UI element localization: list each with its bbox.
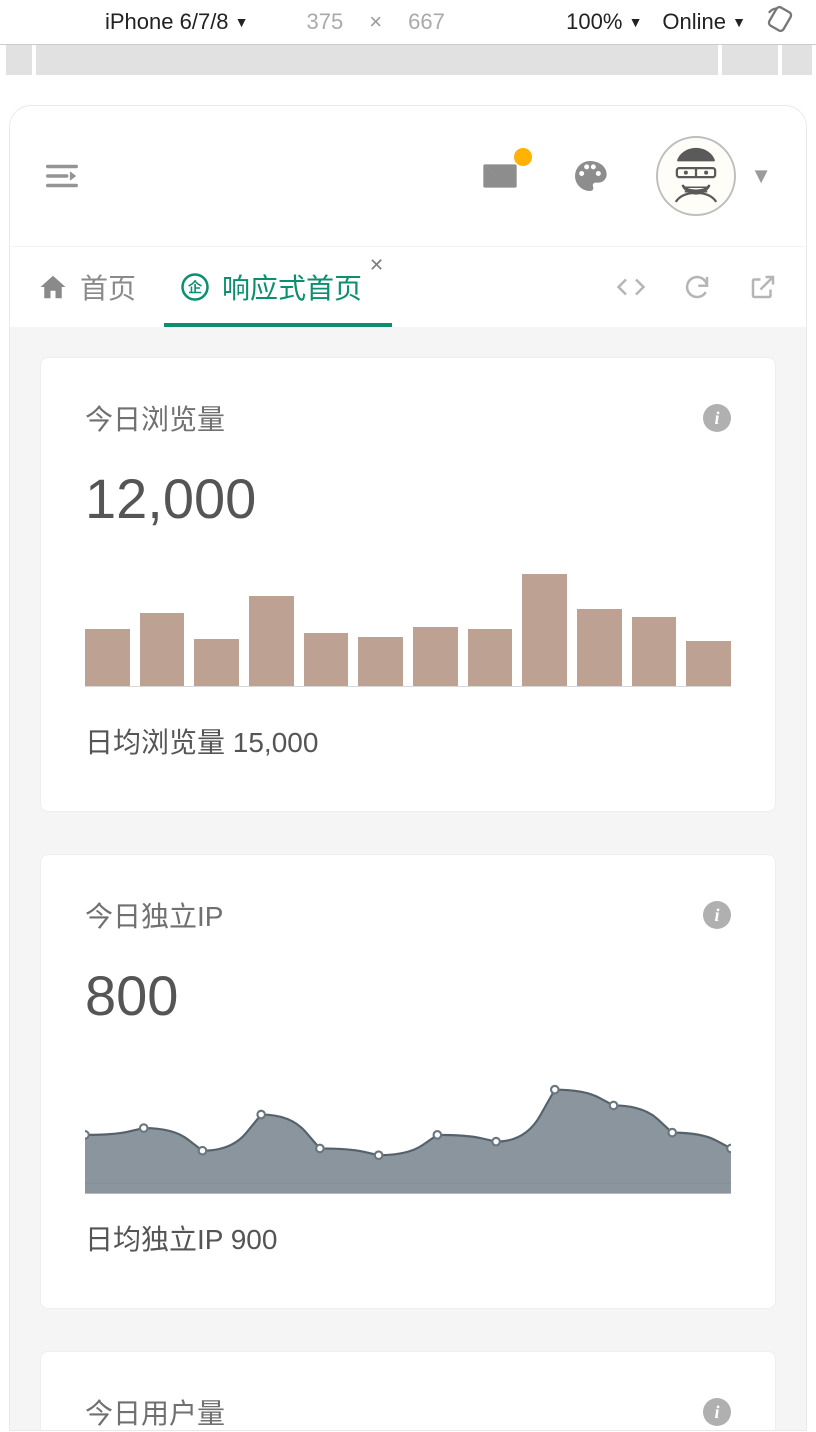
- device-width[interactable]: 375: [307, 9, 344, 35]
- data-point: [668, 1129, 676, 1137]
- data-point: [257, 1111, 265, 1119]
- data-point: [375, 1151, 383, 1159]
- device-height[interactable]: 667: [408, 9, 445, 35]
- rotate-icon[interactable]: [766, 5, 794, 39]
- mail-button[interactable]: [476, 152, 524, 200]
- card-unique-ip: 今日独立IP i 800 日均独立IP 900: [40, 854, 776, 1309]
- enterprise-icon: 企: [180, 272, 210, 302]
- card-users: 今日用户量 i 900: [40, 1351, 776, 1431]
- data-point: [551, 1086, 559, 1094]
- bar: [249, 596, 294, 686]
- data-point: [316, 1145, 324, 1153]
- code-icon: [616, 272, 646, 302]
- tab-bar: 首页 企 响应式首页 ✕: [10, 246, 806, 327]
- bar: [358, 637, 403, 686]
- mail-icon: [480, 156, 520, 196]
- home-icon: [38, 272, 68, 302]
- device-select[interactable]: iPhone 6/7/8 ▼: [105, 9, 249, 35]
- bar: [686, 641, 731, 686]
- dimension-separator: ×: [369, 9, 382, 35]
- bar: [522, 574, 567, 686]
- popout-button[interactable]: [730, 247, 796, 327]
- card-subline: 日均浏览量 15,000: [85, 721, 731, 761]
- data-point: [199, 1147, 207, 1155]
- app-header: ▼: [10, 106, 806, 246]
- avatar-dropdown-caret[interactable]: ▼: [750, 163, 772, 189]
- theme-button[interactable]: [566, 152, 614, 200]
- area-fill: [85, 1090, 731, 1194]
- card-title: 今日独立IP: [85, 895, 223, 935]
- content-area: 今日浏览量 i 12,000 日均浏览量 15,000 今日独立IP i 800: [10, 327, 806, 1431]
- zoom-select[interactable]: 100% ▼: [566, 9, 642, 35]
- avatar-image: [660, 140, 732, 212]
- data-point: [434, 1131, 442, 1139]
- refresh-icon: [682, 272, 712, 302]
- svg-text:企: 企: [187, 279, 202, 295]
- avatar[interactable]: [656, 136, 736, 216]
- metric-value: 800: [85, 963, 731, 1028]
- area-chart: [85, 1058, 731, 1184]
- card-title: 今日用户量: [85, 1392, 225, 1431]
- bar: [194, 639, 239, 686]
- browser-chrome-strip: [0, 45, 816, 75]
- card-pageviews: 今日浏览量 i 12,000 日均浏览量 15,000: [40, 357, 776, 812]
- info-icon[interactable]: i: [703, 1398, 731, 1426]
- info-icon[interactable]: i: [703, 901, 731, 929]
- bar: [413, 627, 458, 686]
- bar: [304, 633, 349, 686]
- data-point: [140, 1124, 148, 1132]
- data-point: [610, 1102, 618, 1110]
- tab-label: 响应式首页: [222, 267, 362, 307]
- app-shell: ▼ 首页 企 响应式首页 ✕: [9, 105, 807, 1431]
- tab-label: 首页: [80, 267, 136, 307]
- refresh-button[interactable]: [664, 247, 730, 327]
- data-point: [492, 1138, 500, 1146]
- devtools-device-bar: iPhone 6/7/8 ▼ 375 × 667 100% ▼ Online ▼: [0, 0, 816, 45]
- data-point: [85, 1131, 89, 1139]
- metric-value: 12,000: [85, 466, 731, 531]
- tab-responsive-home[interactable]: 企 响应式首页 ✕: [156, 247, 382, 327]
- tab-home[interactable]: 首页: [14, 247, 156, 327]
- bar: [85, 629, 130, 686]
- code-button[interactable]: [598, 247, 664, 327]
- info-icon[interactable]: i: [703, 404, 731, 432]
- tab-close-icon[interactable]: ✕: [369, 255, 384, 276]
- external-link-icon: [748, 272, 778, 302]
- data-point: [727, 1145, 731, 1153]
- bar-chart: [85, 561, 731, 687]
- menu-toggle-button[interactable]: [40, 154, 84, 198]
- bar: [140, 613, 185, 686]
- bar: [632, 617, 677, 686]
- bar: [468, 629, 513, 686]
- card-title: 今日浏览量: [85, 398, 225, 438]
- network-select[interactable]: Online ▼: [662, 9, 746, 35]
- notification-badge: [514, 148, 532, 166]
- bar: [577, 609, 622, 686]
- palette-icon: [570, 156, 610, 196]
- card-subline: 日均独立IP 900: [85, 1218, 731, 1258]
